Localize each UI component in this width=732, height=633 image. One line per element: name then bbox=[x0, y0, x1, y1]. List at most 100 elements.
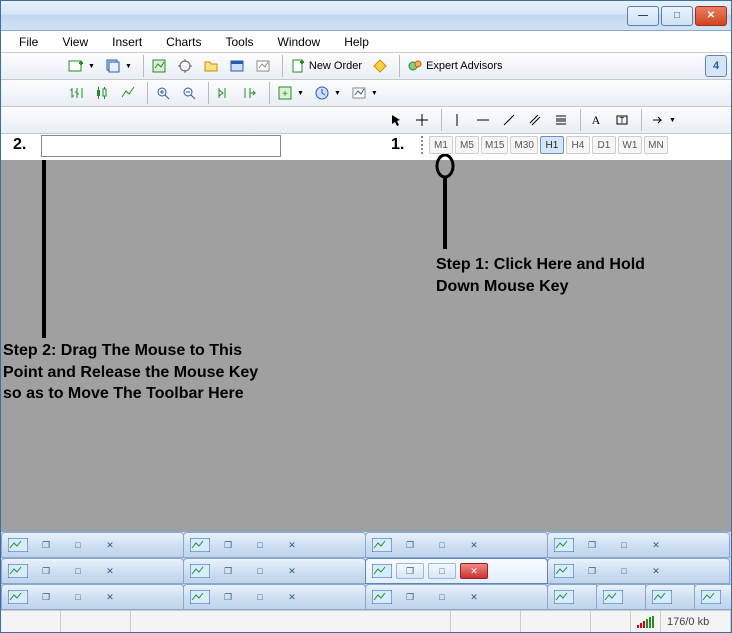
connection-indicator[interactable] bbox=[631, 611, 661, 632]
new-chart-button[interactable]: ▼ bbox=[64, 55, 99, 77]
mdi-close-button[interactable]: ✕ bbox=[460, 537, 488, 553]
auto-scroll-button[interactable] bbox=[212, 82, 236, 104]
mdi-maximize-button[interactable]: □ bbox=[246, 589, 274, 605]
terminal-button[interactable] bbox=[225, 55, 249, 77]
menu-tools[interactable]: Tools bbox=[216, 33, 264, 51]
timeframe-m15[interactable]: M15 bbox=[481, 136, 508, 154]
minimized-chart-tab[interactable]: ❐ □ ✕ bbox=[547, 532, 730, 558]
mdi-restore-button[interactable]: ❐ bbox=[578, 563, 606, 579]
connection-status-button[interactable]: 4 bbox=[705, 55, 727, 77]
mdi-restore-button[interactable]: ❐ bbox=[214, 563, 242, 579]
mdi-maximize-button[interactable]: □ bbox=[64, 589, 92, 605]
chart-shift-button[interactable] bbox=[238, 82, 262, 104]
mdi-restore-button[interactable]: ❐ bbox=[32, 537, 60, 553]
mdi-close-button[interactable]: ✕ bbox=[460, 563, 488, 579]
mdi-restore-button[interactable]: ❐ bbox=[32, 589, 60, 605]
minimized-chart-tab-active[interactable]: ❐ □ ✕ bbox=[365, 558, 548, 584]
menu-insert[interactable]: Insert bbox=[102, 33, 152, 51]
timeframe-m30[interactable]: M30 bbox=[510, 136, 537, 154]
minimized-chart-tab[interactable]: ❐ □ ✕ bbox=[1, 558, 184, 584]
mdi-maximize-button[interactable]: □ bbox=[246, 537, 274, 553]
minimized-chart-tab[interactable]: ❐ □ ✕ bbox=[365, 532, 548, 558]
timeframe-h4[interactable]: H4 bbox=[566, 136, 590, 154]
zoom-out-button[interactable] bbox=[177, 82, 201, 104]
trendline-button[interactable] bbox=[497, 109, 521, 131]
mdi-close-button[interactable]: ✕ bbox=[278, 589, 306, 605]
timeframe-h1[interactable]: H1 bbox=[540, 136, 564, 154]
minimized-chart-tab[interactable]: ❐ □ ✕ bbox=[1, 584, 184, 610]
mdi-restore-button[interactable]: ❐ bbox=[396, 563, 424, 579]
indicators-button[interactable]: +▼ bbox=[273, 82, 308, 104]
horizontal-line-button[interactable] bbox=[471, 109, 495, 131]
candlestick-button[interactable] bbox=[90, 82, 114, 104]
menu-help[interactable]: Help bbox=[334, 33, 379, 51]
mdi-restore-button[interactable]: ❐ bbox=[578, 537, 606, 553]
mdi-close-button[interactable]: ✕ bbox=[642, 537, 670, 553]
minimized-chart-tab[interactable] bbox=[547, 584, 597, 610]
timeframe-m1[interactable]: M1 bbox=[429, 136, 453, 154]
mdi-maximize-button[interactable]: □ bbox=[64, 563, 92, 579]
metaquotes-button[interactable] bbox=[368, 55, 392, 77]
mdi-maximize-button[interactable]: □ bbox=[610, 537, 638, 553]
mdi-maximize-button[interactable]: □ bbox=[610, 563, 638, 579]
text-label-button[interactable]: T bbox=[610, 109, 634, 131]
mdi-maximize-button[interactable]: □ bbox=[246, 563, 274, 579]
expert-advisors-button[interactable]: Expert Advisors bbox=[403, 55, 506, 77]
new-order-button[interactable]: New Order bbox=[286, 55, 366, 77]
templates-button[interactable]: ▼ bbox=[347, 82, 382, 104]
minimized-chart-tab[interactable]: ❐ □ ✕ bbox=[183, 558, 366, 584]
mdi-close-button[interactable]: ✕ bbox=[278, 563, 306, 579]
strategy-tester-button[interactable] bbox=[251, 55, 275, 77]
mdi-maximize-button[interactable]: □ bbox=[64, 537, 92, 553]
vertical-line-button[interactable] bbox=[445, 109, 469, 131]
menu-window[interactable]: Window bbox=[268, 33, 331, 51]
minimized-chart-tab[interactable]: ❐ □ ✕ bbox=[1, 532, 184, 558]
toolbar-grip[interactable] bbox=[421, 136, 427, 154]
navigator-button[interactable] bbox=[173, 55, 197, 77]
bar-chart-button[interactable] bbox=[64, 82, 88, 104]
periodicity-button[interactable]: ▼ bbox=[310, 82, 345, 104]
crosshair-button[interactable] bbox=[410, 109, 434, 131]
mdi-restore-button[interactable]: ❐ bbox=[396, 537, 424, 553]
mdi-close-button[interactable]: ✕ bbox=[96, 589, 124, 605]
menu-view[interactable]: View bbox=[52, 33, 98, 51]
minimized-chart-tab[interactable] bbox=[596, 584, 646, 610]
fibonacci-button[interactable] bbox=[549, 109, 573, 131]
market-watch-button[interactable] bbox=[147, 55, 171, 77]
window-close-button[interactable]: ✕ bbox=[695, 6, 727, 26]
mdi-close-button[interactable]: ✕ bbox=[278, 537, 306, 553]
mdi-close-button[interactable]: ✕ bbox=[642, 563, 670, 579]
mdi-close-button[interactable]: ✕ bbox=[96, 563, 124, 579]
timeframe-m5[interactable]: M5 bbox=[455, 136, 479, 154]
zoom-in-button[interactable] bbox=[151, 82, 175, 104]
equidistant-channel-button[interactable] bbox=[523, 109, 547, 131]
drop-target-box[interactable] bbox=[41, 135, 281, 157]
profiles-button[interactable]: ▼ bbox=[101, 55, 136, 77]
cursor-button[interactable] bbox=[384, 109, 408, 131]
line-chart-button[interactable] bbox=[116, 82, 140, 104]
mdi-maximize-button[interactable]: □ bbox=[428, 563, 456, 579]
window-minimize-button[interactable]: — bbox=[627, 6, 659, 26]
minimized-chart-tab[interactable] bbox=[645, 584, 695, 610]
menu-file[interactable]: File bbox=[9, 33, 48, 51]
text-button[interactable]: A bbox=[584, 109, 608, 131]
mdi-maximize-button[interactable]: □ bbox=[428, 537, 456, 553]
mdi-maximize-button[interactable]: □ bbox=[428, 589, 456, 605]
minimized-chart-tab[interactable]: ❐ □ ✕ bbox=[183, 584, 366, 610]
mdi-restore-button[interactable]: ❐ bbox=[214, 537, 242, 553]
timeframe-d1[interactable]: D1 bbox=[592, 136, 616, 154]
mdi-restore-button[interactable]: ❐ bbox=[214, 589, 242, 605]
mdi-close-button[interactable]: ✕ bbox=[96, 537, 124, 553]
mdi-close-button[interactable]: ✕ bbox=[460, 589, 488, 605]
minimized-chart-tab[interactable] bbox=[694, 584, 732, 610]
data-window-button[interactable] bbox=[199, 55, 223, 77]
mdi-restore-button[interactable]: ❐ bbox=[32, 563, 60, 579]
minimized-chart-tab[interactable]: ❐ □ ✕ bbox=[547, 558, 730, 584]
timeframe-w1[interactable]: W1 bbox=[618, 136, 642, 154]
minimized-chart-tab[interactable]: ❐ □ ✕ bbox=[365, 584, 548, 610]
timeframe-mn[interactable]: MN bbox=[644, 136, 668, 154]
menu-charts[interactable]: Charts bbox=[156, 33, 211, 51]
minimized-chart-tab[interactable]: ❐ □ ✕ bbox=[183, 532, 366, 558]
mdi-restore-button[interactable]: ❐ bbox=[396, 589, 424, 605]
window-maximize-button[interactable]: □ bbox=[661, 6, 693, 26]
